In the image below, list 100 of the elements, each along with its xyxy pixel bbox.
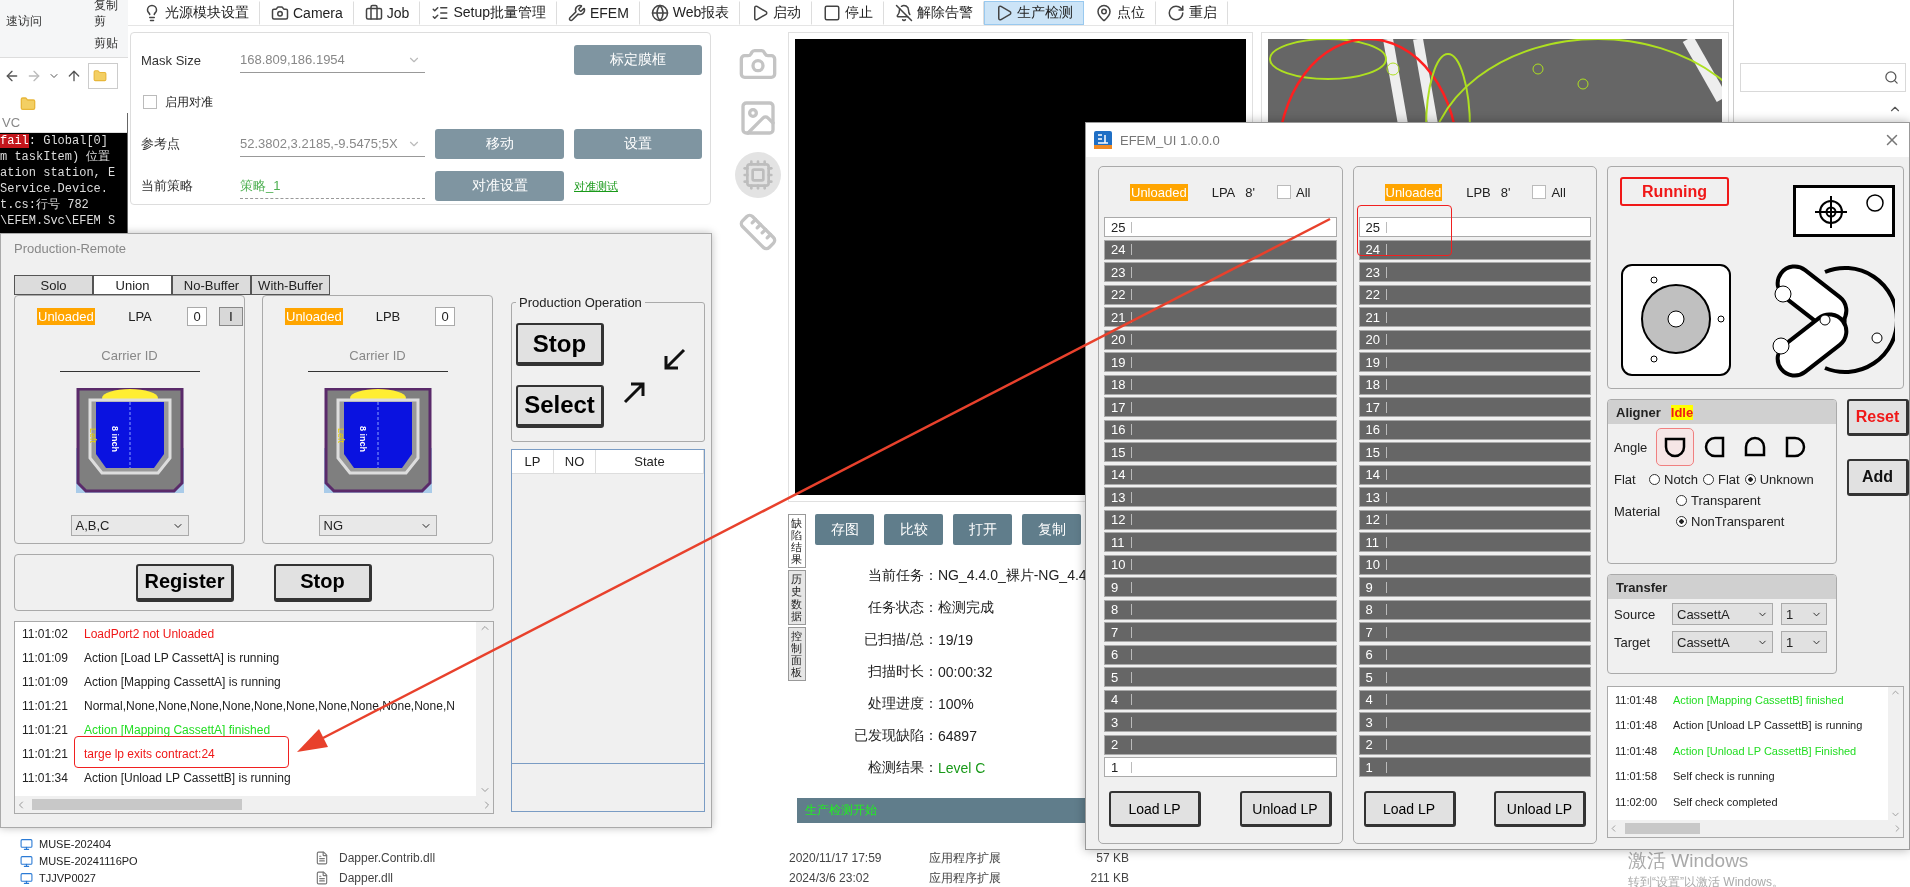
image-action-button[interactable]: 复制 <box>1022 514 1081 545</box>
toolbar-button[interactable]: 启动 <box>740 0 813 25</box>
toolbar-button[interactable]: Setup批量管理 <box>420 0 557 25</box>
wafer-slot[interactable]: 6 <box>1104 644 1337 665</box>
wafer-slot[interactable]: 10 <box>1104 554 1337 575</box>
calibrate-button[interactable]: 标定膜框 <box>574 45 702 75</box>
toolbar-button[interactable]: Job <box>353 0 421 25</box>
slot-select[interactable]: 1 <box>1781 603 1827 625</box>
wafer-slot[interactable]: 5 <box>1104 667 1337 687</box>
wafer-slot[interactable]: 16 <box>1104 419 1337 440</box>
wafer-slot[interactable]: 11 <box>1104 532 1337 552</box>
address-field[interactable] <box>88 63 118 89</box>
toolbar-button[interactable]: EFEM <box>556 0 640 25</box>
radio-option[interactable]: Notch <box>1649 472 1698 487</box>
image-action-button[interactable]: 打开 <box>953 514 1012 545</box>
up-icon[interactable] <box>66 68 82 84</box>
checkbox[interactable] <box>1277 185 1291 199</box>
wafer-slot[interactable]: 7 <box>1104 622 1337 642</box>
slot-select[interactable]: 1 <box>1781 631 1827 653</box>
operation-button[interactable]: Stop <box>516 323 604 367</box>
scrollbar-thumb[interactable] <box>32 799 242 810</box>
wafer-slot[interactable]: 20 <box>1358 329 1591 350</box>
toolbar-button[interactable]: Camera <box>260 0 354 25</box>
toolbar-button[interactable]: 停止 <box>812 0 885 25</box>
wafer-slot[interactable]: 6 <box>1358 644 1591 665</box>
wafer-slot[interactable]: 25 <box>1104 217 1337 237</box>
mask-size-dropdown[interactable]: 168.809,186.1954 <box>240 47 425 73</box>
mode-tab[interactable]: No-Buffer <box>172 275 251 295</box>
wafer-slot[interactable]: 23 <box>1104 262 1337 282</box>
wafer-slot[interactable]: 4 <box>1104 689 1337 710</box>
wafer-slot[interactable]: 5 <box>1358 667 1591 687</box>
toolbar-button[interactable]: 光源模块设置 <box>132 0 260 25</box>
load-button[interactable]: Load LP <box>1109 791 1201 827</box>
image-action-button[interactable]: 存图 <box>815 514 874 545</box>
wafer-slot[interactable]: 17 <box>1104 397 1337 417</box>
wafer-slot[interactable]: 2 <box>1358 734 1591 755</box>
wafer-slot[interactable]: 24 <box>1104 239 1337 260</box>
cassette-select[interactable]: CassettA <box>1672 603 1773 625</box>
scrollbar[interactable] <box>15 796 493 813</box>
wafer-slot[interactable]: 15 <box>1358 442 1591 462</box>
nav-item[interactable]: TJJVP0027 <box>20 870 138 886</box>
wafer-slot[interactable]: 12 <box>1358 509 1591 530</box>
add-button[interactable]: Add <box>1847 459 1909 496</box>
wafer-slot[interactable]: 4 <box>1358 689 1591 710</box>
wafer-slot[interactable]: 23 <box>1358 262 1591 282</box>
image-icon[interactable] <box>738 98 778 138</box>
carrier-select[interactable]: A,B,C <box>70 515 189 536</box>
checkbox[interactable] <box>143 95 157 109</box>
wafer-slot[interactable]: 19 <box>1358 352 1591 372</box>
wafer-slot[interactable]: 2 <box>1104 734 1337 755</box>
checkbox[interactable] <box>1532 185 1547 199</box>
toolbar-button[interactable]: 点位 <box>1084 0 1157 25</box>
wafer-slot[interactable]: 13 <box>1104 487 1337 507</box>
mode-tab[interactable]: With-Buffer <box>251 275 330 295</box>
wafer-slot[interactable]: 3 <box>1104 712 1337 732</box>
register-button[interactable]: Register <box>136 563 234 602</box>
side-tab[interactable]: 历史数据 <box>788 570 806 625</box>
chip-button[interactable] <box>735 152 781 198</box>
wafer-slot[interactable]: 9 <box>1358 577 1591 597</box>
load-button[interactable]: Load LP <box>1363 791 1456 827</box>
file-name[interactable]: Dapper.dll <box>339 871 789 885</box>
reset-button[interactable]: Reset <box>1847 399 1909 436</box>
cassette-select[interactable]: CassettA <box>1672 631 1773 653</box>
wafer-slot[interactable]: 15 <box>1104 442 1337 462</box>
align-test-link[interactable]: 对准测试 <box>574 178 702 194</box>
radio-option[interactable]: Unknown <box>1744 472 1814 487</box>
align-settings-button[interactable]: 对准设置 <box>435 171 564 201</box>
wafer-slot[interactable]: 12 <box>1104 509 1337 530</box>
small-button[interactable]: I <box>219 307 243 326</box>
unload-button[interactable]: Unload LP <box>1494 791 1586 827</box>
unload-button[interactable]: Unload LP <box>1239 791 1332 827</box>
wafer-slot[interactable]: 8 <box>1358 599 1591 620</box>
toolbar-button[interactable]: 重启 <box>1156 0 1229 25</box>
side-tab[interactable]: 控制面板 <box>788 626 806 682</box>
angle-option[interactable] <box>1656 428 1694 466</box>
ruler-icon[interactable] <box>738 212 778 252</box>
wafer-slot[interactable]: 24 <box>1358 239 1591 260</box>
radio-option[interactable]: Flat <box>1702 472 1740 487</box>
nav-item[interactable]: MUSE-20241116PO <box>20 853 138 869</box>
image-action-button[interactable]: 比较 <box>884 514 943 545</box>
operation-button[interactable]: Select <box>516 384 604 428</box>
strategy-field[interactable]: 策略_1 <box>240 173 425 199</box>
wafer-slot[interactable]: 19 <box>1104 352 1337 372</box>
wafer-slot[interactable]: 18 <box>1358 374 1591 395</box>
wafer-slot[interactable]: 20 <box>1104 329 1337 350</box>
side-tab[interactable]: 缺陷结果 <box>788 514 806 569</box>
carrier-select[interactable]: NG <box>318 515 437 536</box>
wafer-slot[interactable]: 11 <box>1358 532 1591 552</box>
wafer-slot[interactable]: 16 <box>1358 419 1591 440</box>
wafer-slot[interactable]: 3 <box>1358 712 1591 732</box>
radio-option[interactable]: Transparent <box>1676 493 1785 508</box>
wafer-slot[interactable]: 10 <box>1358 554 1591 575</box>
wafer-slot[interactable]: 14 <box>1104 464 1337 485</box>
reference-point-dropdown[interactable]: 52.3802,3.2185,-9.5475;5X <box>240 131 425 157</box>
scrollbar[interactable] <box>1608 820 1903 837</box>
nav-item[interactable]: MUSE-202404 <box>20 836 138 852</box>
wafer-slot[interactable]: 22 <box>1104 284 1337 305</box>
wafer-slot[interactable]: 8 <box>1104 599 1337 620</box>
move-button[interactable]: 移动 <box>435 129 564 159</box>
wafer-slot[interactable]: 17 <box>1358 397 1591 417</box>
